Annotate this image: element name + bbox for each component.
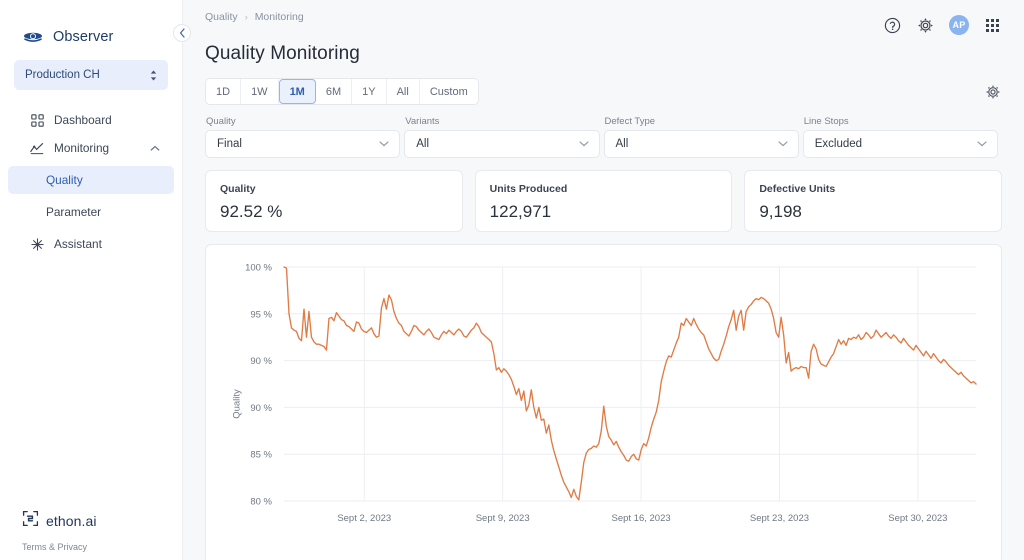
org-selector-value: Production CH (25, 69, 100, 81)
org-selector[interactable]: Production CH (14, 60, 168, 90)
monitoring-icon (30, 141, 44, 155)
chart-settings-gear-icon[interactable] (983, 82, 1002, 101)
variants-filter: Variants All (404, 116, 599, 158)
chart-canvas: 100 % 95 % 90 % 90 % 85 % 80 % Sept 2, 2023 Sep… (206, 245, 1002, 545)
time-range-selector: 1D 1W 1M 6M 1Y All Custom (205, 78, 479, 105)
kpi-card-quality: Quality 92.52 % (205, 170, 463, 232)
top-bar-icons: AP (883, 11, 1002, 35)
variants-filter-select[interactable]: All (404, 130, 599, 158)
defect-type-filter: Defect Type All (604, 116, 799, 158)
user-avatar[interactable]: AP (949, 15, 969, 35)
breadcrumb: Quality › Monitoring (205, 11, 304, 23)
up-down-chevron-icon (149, 69, 158, 82)
line-stops-filter-label: Line Stops (803, 116, 998, 127)
kpi-cards: Quality 92.52 % Units Produced 122,971 D… (183, 158, 1024, 232)
kpi-card-quality-title: Quality (220, 183, 448, 195)
observer-logo-icon (22, 26, 44, 48)
chevron-down-icon (977, 139, 987, 149)
sidebar-footer: ethon.ai Terms & Privacy (0, 510, 182, 560)
sidebar-item-parameter-label: Parameter (46, 205, 101, 219)
sidebar-item-quality-label: Quality (46, 173, 83, 187)
quality-trend-chart[interactable]: Quality 100 % 95 % 90 % 90 % 85 % 80 % Sept 2,… (205, 244, 1002, 560)
kpi-card-defective-units-value: 9,198 (759, 202, 987, 222)
sidebar-item-quality[interactable]: Quality (8, 166, 174, 194)
kpi-card-units-produced-value: 122,971 (490, 202, 718, 222)
sparkle-icon (30, 237, 44, 251)
sidebar-item-dashboard-label: Dashboard (54, 113, 112, 127)
range-button-1y[interactable]: 1Y (352, 79, 386, 104)
chevron-up-icon[interactable] (150, 141, 160, 155)
range-toolbar: 1D 1W 1M 6M 1Y All Custom (183, 65, 1024, 105)
kpi-card-units-produced: Units Produced 122,971 (475, 170, 733, 232)
range-button-custom[interactable]: Custom (420, 79, 478, 104)
sidebar-item-assistant[interactable]: Assistant (8, 230, 174, 258)
sidebar-item-monitoring[interactable]: Monitoring (8, 134, 174, 162)
dashboard-grid-icon (30, 113, 44, 127)
quality-filter-label: Quality (205, 116, 400, 127)
quality-filter-value: Final (217, 138, 242, 150)
kpi-card-defective-units-title: Defective Units (759, 183, 987, 195)
quality-filter: Quality Final (205, 116, 400, 158)
sidebar-nav: Dashboard Monitoring Q (0, 106, 182, 258)
kpi-card-defective-units: Defective Units 9,198 (744, 170, 1002, 232)
line-stops-filter: Line Stops Excluded (803, 116, 998, 158)
variants-filter-label: Variants (404, 116, 599, 127)
app-logo[interactable]: Observer (0, 0, 182, 54)
range-button-1w[interactable]: 1W (241, 79, 279, 104)
top-bar: Quality › Monitoring (183, 0, 1024, 35)
ethon-bracket-icon (22, 510, 39, 532)
sidebar: Observer Production CH (0, 0, 183, 560)
chart-y-tick-label: 95 % (250, 309, 272, 320)
breadcrumb-item-quality[interactable]: Quality (205, 11, 238, 23)
chart-x-tick-label: Sept 23, 2023 (750, 513, 809, 524)
range-button-all[interactable]: All (387, 79, 420, 104)
help-icon[interactable] (883, 16, 902, 35)
range-button-1d[interactable]: 1D (206, 79, 241, 104)
line-stops-filter-value: Excluded (815, 138, 862, 150)
chart-y-tick-label: 100 % (245, 263, 272, 274)
chart-y-tick-label: 85 % (250, 450, 272, 461)
chevron-down-icon (778, 139, 788, 149)
chevron-down-icon (379, 139, 389, 149)
chart-x-tick-label: Sept 9, 2023 (476, 513, 530, 524)
ethon-brand-text: ethon.ai (46, 513, 97, 529)
chart-y-axis-label: Quality (231, 389, 242, 419)
range-button-6m[interactable]: 6M (316, 79, 352, 104)
kpi-card-quality-value: 92.52 % (220, 202, 448, 222)
terms-privacy-link[interactable]: Terms & Privacy (22, 542, 182, 552)
filter-bar: Quality Final Variants All Def (183, 105, 1024, 158)
app-logo-text: Observer (53, 29, 113, 45)
chart-y-tick-label: 80 % (250, 497, 272, 508)
chart-y-tick-label: 90 % (250, 403, 272, 414)
breadcrumb-item-monitoring[interactable]: Monitoring (255, 11, 304, 23)
chart-x-tick-label: Sept 2, 2023 (337, 513, 391, 524)
kpi-card-units-produced-title: Units Produced (490, 183, 718, 195)
chart-y-tick-label: 90 % (250, 356, 272, 367)
ethon-brand[interactable]: ethon.ai (22, 510, 182, 532)
chevron-down-icon (579, 139, 589, 149)
app-root: Observer Production CH (0, 0, 1024, 560)
app-grid-icon[interactable] (983, 16, 1002, 35)
line-stops-filter-select[interactable]: Excluded (803, 130, 998, 158)
defect-type-filter-label: Defect Type (604, 116, 799, 127)
chart-line-series-quality (284, 267, 976, 500)
chart-x-tick-label: Sept 16, 2023 (611, 513, 670, 524)
range-button-1m[interactable]: 1M (279, 79, 316, 104)
sidebar-item-assistant-label: Assistant (54, 237, 102, 251)
main-content: Quality › Monitoring (183, 0, 1024, 560)
breadcrumb-separator: › (245, 12, 248, 22)
page-title: Quality Monitoring (183, 35, 1024, 65)
sidebar-collapse-button[interactable] (173, 24, 191, 42)
quality-filter-select[interactable]: Final (205, 130, 400, 158)
defect-type-filter-select[interactable]: All (604, 130, 799, 158)
chart-x-tick-label: Sept 30, 2023 (888, 513, 947, 524)
variants-filter-value: All (416, 138, 429, 150)
sidebar-item-dashboard[interactable]: Dashboard (8, 106, 174, 134)
settings-gear-icon[interactable] (916, 16, 935, 35)
sidebar-item-parameter[interactable]: Parameter (8, 198, 174, 226)
sidebar-item-monitoring-label: Monitoring (54, 141, 109, 155)
defect-type-filter-value: All (616, 138, 629, 150)
